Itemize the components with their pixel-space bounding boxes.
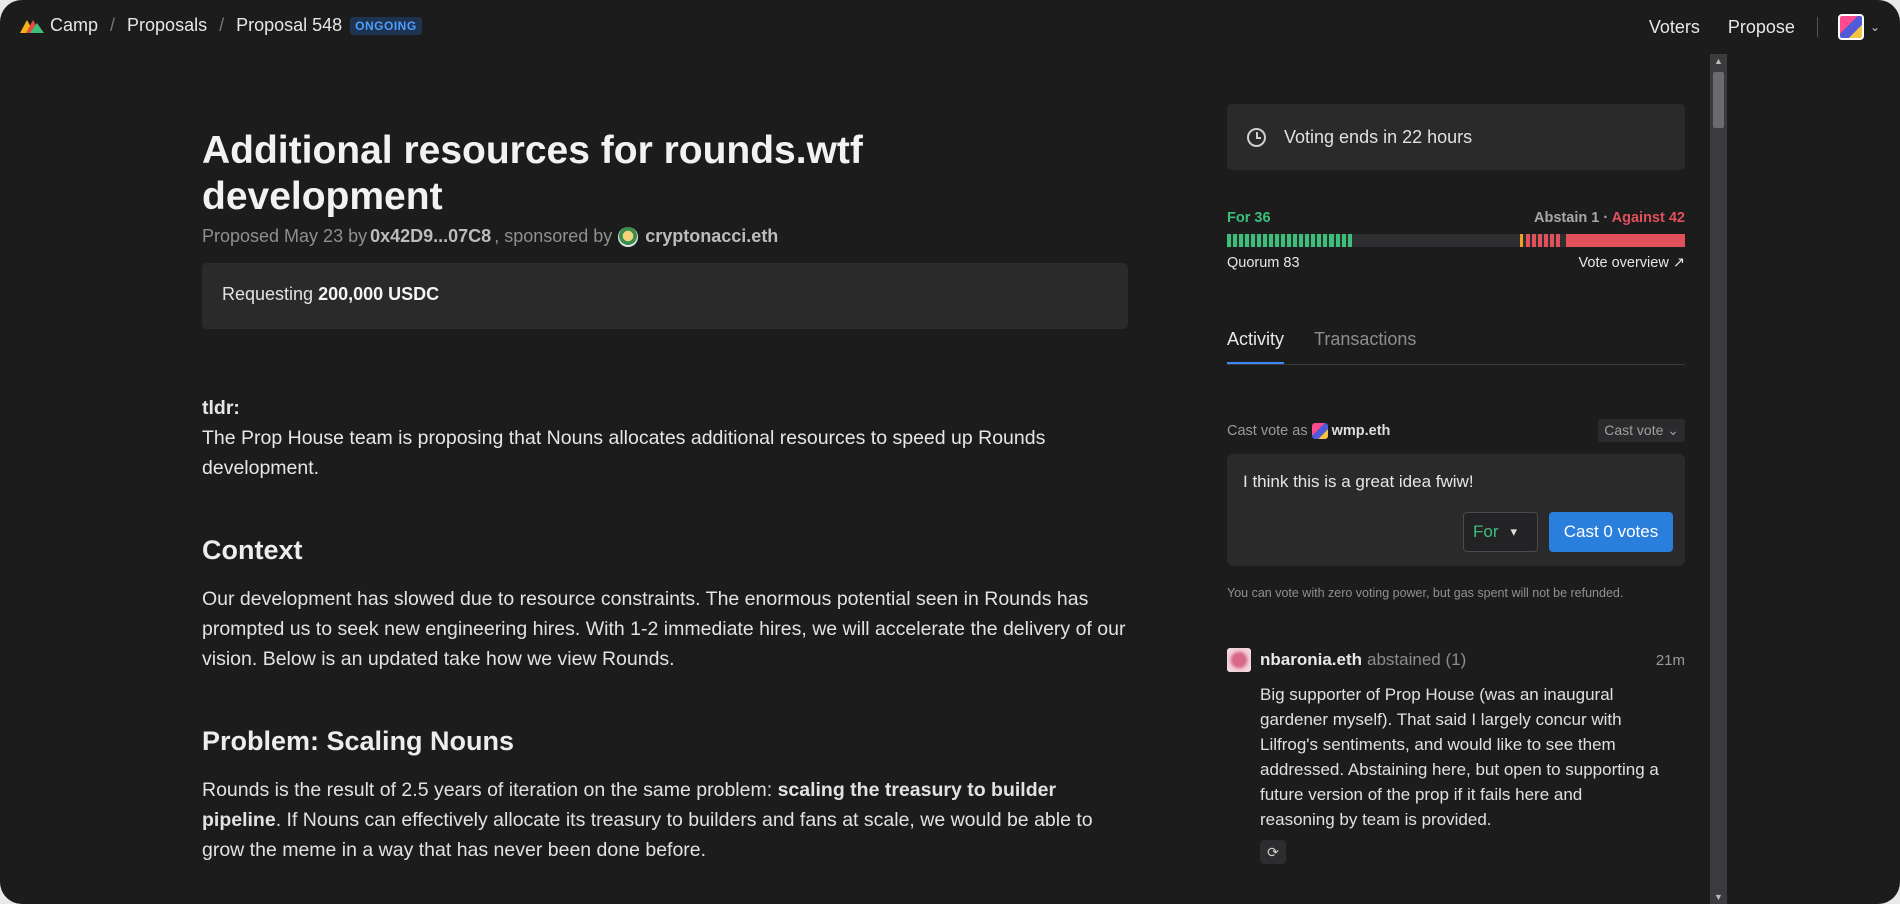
nav-divider [1816,17,1818,37]
cast-votes-button[interactable]: Cast 0 votes [1549,512,1673,552]
vote-reason-input[interactable]: I think this is a great idea fwiw! [1243,472,1669,492]
request-prefix: Requesting [222,284,314,304]
breadcrumb-current: Proposal 548 [236,15,343,35]
funding-request-card: Requesting 200,000 USDC [202,263,1128,329]
for-count: For 36 [1227,210,1271,226]
sidebar-tabs: Activity Transactions [1227,329,1685,365]
scroll-down-icon[interactable]: ▼ [1714,892,1723,902]
top-nav: Voters Propose ⌄ [1621,14,1880,40]
feed-item-header: nbaronia.eth abstained (1) 21m [1227,648,1685,672]
nav-voters[interactable]: Voters [1649,17,1700,38]
against-votes-segment-thin [1526,234,1562,247]
cast-vote-dropdown[interactable]: Cast vote ⌄ [1598,419,1685,442]
abstain-count: Abstain 1 [1534,210,1600,226]
section-text-problem: Rounds is the result of 2.5 years of ite… [202,775,1128,865]
problem-text-end: . If Nouns can effectively allocate its … [202,809,1093,861]
section-heading-problem: Problem: Scaling Nouns [202,726,515,756]
feed-body: Big supporter of Prop House (was an inau… [1260,685,1659,829]
vote-distribution-bar [1227,234,1685,247]
proposal-content: Additional resources for rounds.wtf deve… [202,128,1128,865]
voting-ends-card: Voting ends in 22 hours [1227,104,1685,170]
tab-transactions[interactable]: Transactions [1314,329,1416,364]
sponsor-link[interactable]: cryptonacci.eth [645,226,778,247]
quorum-label: Quorum 83 [1227,255,1300,271]
chevron-down-icon: ⌄ [1667,422,1679,438]
proposal-title: Additional resources for rounds.wtf deve… [202,129,863,218]
scrollbar[interactable]: ▲ ▼ [1710,54,1727,904]
breadcrumb-separator: / [219,15,225,35]
byline-sponsored: , sponsored by [494,226,613,246]
feed-action: abstained (1) [1367,650,1467,669]
proposer-link[interactable]: 0x42D9...07C8 [370,226,491,247]
zero-power-note: You can vote with zero voting power, but… [1227,586,1624,600]
activity-feed: nbaronia.eth abstained (1) 21m Big suppo… [1227,648,1685,864]
section-heading-context: Context [202,535,303,565]
app-window: Camp / Proposals / Proposal 548 ONGOING … [0,0,1900,904]
tab-activity[interactable]: Activity [1227,329,1285,364]
byline-prefix: Proposed May 23 by [202,226,368,246]
clock-icon [1247,127,1266,147]
vote-form: I think this is a great idea fwiw! For ▾… [1227,454,1685,566]
for-votes-segment [1227,234,1331,247]
top-bar: Camp / Proposals / Proposal 548 ONGOING … [0,0,1900,54]
problem-text-start: Rounds is the result of 2.5 years of ite… [202,779,778,801]
breadcrumb-camp[interactable]: Camp [50,15,98,36]
cast-vote-dropdown-label: Cast vote [1604,422,1664,438]
account-avatar[interactable] [1837,14,1864,40]
vote-tally: For 36 Abstain 1 · Against 42 [1227,210,1685,226]
breadcrumb-separator: / [110,15,116,35]
support-select[interactable]: For ▾ [1463,512,1538,552]
tldr-text: The Prop House team is proposing that No… [202,427,1046,479]
against-votes-segment [1565,234,1685,247]
voting-sidebar: Voting ends in 22 hours For 36 Abstain 1… [1227,104,1685,864]
breadcrumb: Camp / Proposals / Proposal 548 ONGOING [20,15,422,36]
breadcrumb-proposals[interactable]: Proposals [127,15,207,36]
cast-as: Cast vote as wmp.eth [1227,422,1391,439]
tally-separator: · [1599,210,1612,226]
feed-user[interactable]: nbaronia.eth [1260,650,1362,670]
cast-as-prefix: Cast vote as [1227,422,1308,439]
repost-icon[interactable]: ⟳ [1260,840,1286,864]
sponsor-avatar [618,226,639,247]
status-badge: ONGOING [350,16,422,35]
for-votes-segment-thin [1330,234,1354,247]
voter-avatar [1311,422,1328,439]
proposal-body: tldr: The Prop House team is proposing t… [202,393,1128,483]
vote-tally-footer: Quorum 83 Vote overview ↗ [1227,255,1685,271]
section-text-context: Our development has slowed due to resour… [202,588,1126,670]
cast-vote-row: Cast vote as wmp.eth Cast vote ⌄ [1227,419,1685,442]
abstain-against-counts: Abstain 1 · Against 42 [1534,210,1685,226]
against-count: Against 42 [1611,210,1685,226]
abstain-votes-segment [1520,234,1524,247]
feed-time: 21m [1655,651,1685,669]
chevron-down-icon[interactable]: ⌄ [1870,20,1880,34]
tldr-label: tldr: [202,397,240,419]
proposal-byline: Proposed May 23 by 0x42D9...07C8 , spons… [202,226,1128,247]
vote-overview-link[interactable]: Vote overview ↗ [1579,255,1685,271]
chevron-down-icon: ▾ [1510,524,1518,539]
feed-avatar [1227,648,1251,672]
scroll-thumb[interactable] [1713,72,1724,128]
scroll-up-icon[interactable]: ▲ [1714,56,1723,66]
support-select-value: For [1473,522,1499,541]
nav-propose[interactable]: Propose [1728,17,1795,38]
request-amount: 200,000 USDC [318,284,440,304]
cast-as-user: wmp.eth [1331,422,1391,439]
camp-logo-icon[interactable] [20,19,44,33]
voting-ends-text: Voting ends in 22 hours [1284,126,1473,147]
